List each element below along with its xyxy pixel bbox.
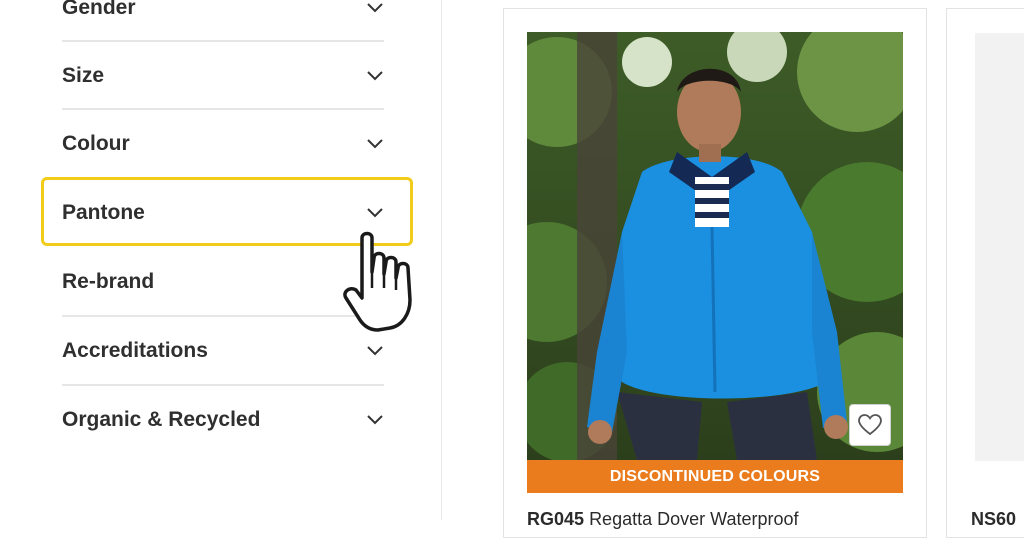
status-banner: DISCONTINUED COLOURS xyxy=(527,460,903,493)
filter-label: Re-brand xyxy=(62,270,155,293)
product-code: RG045 xyxy=(527,509,585,529)
filter-accreditations[interactable]: Accreditations xyxy=(62,317,384,385)
column-separator xyxy=(441,0,442,520)
filter-label: Colour xyxy=(62,132,130,155)
hand-pointer-icon xyxy=(343,231,412,332)
filter-sidebar: Gender Size Colour Pantone Re-brand Accr… xyxy=(0,0,440,520)
filter-colour[interactable]: Colour xyxy=(62,110,384,178)
filter-pantone[interactable]: Pantone xyxy=(62,179,384,247)
product-card[interactable]: NS60 xyxy=(946,8,1024,538)
filter-label: Pantone xyxy=(62,201,145,224)
chevron-down-icon xyxy=(366,204,384,222)
filter-organic-recycled[interactable]: Organic & Recycled xyxy=(62,386,384,454)
product-image-placeholder xyxy=(975,33,1024,461)
chevron-down-icon xyxy=(366,411,384,429)
filter-rebrand[interactable]: Re-brand xyxy=(62,248,384,316)
filter-label: Gender xyxy=(62,0,136,19)
chevron-down-icon xyxy=(366,342,384,360)
product-card[interactable]: DISCONTINUED COLOURS RG045 Regatta Dover… xyxy=(503,8,927,538)
chevron-down-icon xyxy=(366,135,384,153)
filter-size[interactable]: Size xyxy=(62,42,384,110)
filter-gender[interactable]: Gender xyxy=(62,0,384,42)
filter-label: Organic & Recycled xyxy=(62,408,261,431)
heart-icon xyxy=(858,414,882,436)
chevron-down-icon xyxy=(366,0,384,17)
favourite-button[interactable] xyxy=(849,404,891,446)
filter-label: Size xyxy=(62,64,105,87)
product-name: Regatta Dover Waterproof xyxy=(589,509,799,529)
filter-label: Accreditations xyxy=(62,339,208,362)
product-image[interactable] xyxy=(527,32,903,460)
chevron-down-icon xyxy=(366,67,384,85)
